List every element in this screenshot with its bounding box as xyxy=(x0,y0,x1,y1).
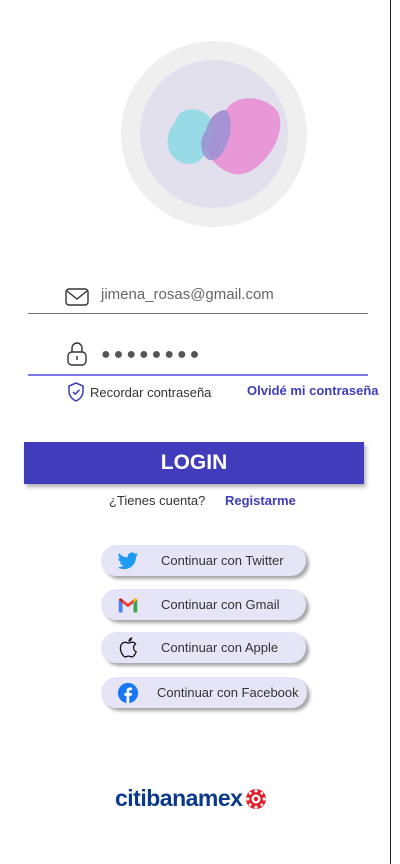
forgot-password-link[interactable]: Olvidé mi contraseña xyxy=(247,383,379,398)
brand-citi: citi xyxy=(115,785,147,811)
login-button[interactable]: LOGIN xyxy=(24,442,364,484)
twitter-button[interactable]: Continuar con Twitter xyxy=(101,545,306,576)
password-value: ●●●●●●●● xyxy=(101,346,203,363)
gmail-button[interactable]: Continuar con Gmail xyxy=(101,589,306,620)
remember-checkbox[interactable]: Recordar contraseña xyxy=(66,381,211,403)
hearts-icon xyxy=(167,98,281,175)
twitter-label: Continuar con Twitter xyxy=(161,553,284,568)
brand-banamex: banamex xyxy=(146,785,243,811)
gmail-label: Continuar con Gmail xyxy=(161,597,280,612)
gmail-icon xyxy=(118,598,138,613)
email-value: jimena_rosas@gmail.com xyxy=(101,286,274,303)
facebook-icon xyxy=(117,682,139,704)
facebook-label: Continuar con Facebook xyxy=(157,685,299,700)
twitter-icon xyxy=(117,552,139,570)
account-question: ¿Tienes cuenta? xyxy=(109,493,206,508)
email-field[interactable]: jimena_rosas@gmail.com xyxy=(28,274,368,314)
apple-label: Continuar con Apple xyxy=(161,640,279,655)
register-link[interactable]: Registarme xyxy=(225,493,296,508)
apple-icon xyxy=(119,637,137,658)
remember-label: Recordar contraseña xyxy=(90,384,212,400)
shield-check-icon xyxy=(68,382,84,402)
facebook-button[interactable]: Continuar con Facebook xyxy=(101,677,307,708)
password-field[interactable]: ●●●●●●●● xyxy=(28,336,368,376)
frame-border xyxy=(390,0,391,864)
lock-icon xyxy=(67,342,87,366)
banamex-emblem-icon xyxy=(246,788,267,809)
mail-icon xyxy=(65,288,89,306)
app-logo xyxy=(121,41,307,227)
apple-button[interactable]: Continuar con Apple xyxy=(101,632,306,663)
logo-circle xyxy=(140,60,288,208)
citibanamex-logo: citi banamex xyxy=(115,785,268,812)
